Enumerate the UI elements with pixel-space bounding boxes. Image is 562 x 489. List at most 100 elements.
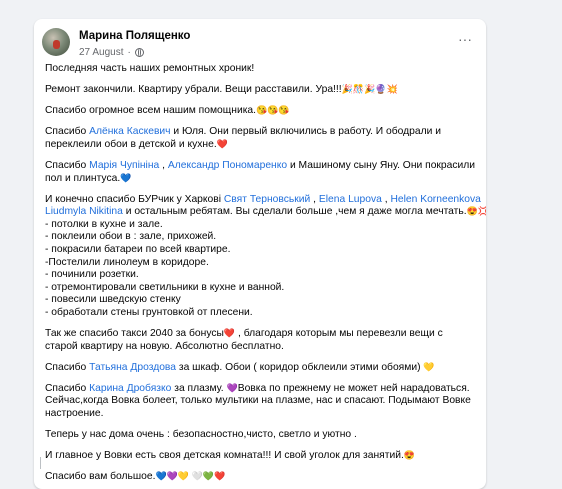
post-paragraph: Спасибо Карина Дробязко за плазму. 💜Вовк… [45, 383, 476, 421]
post-text: Последняя часть наших ремонтных хроник! Р… [45, 63, 486, 489]
post-paragraph: Теперь у нас дома очень : безопасностно,… [45, 429, 476, 442]
text-segment: старой квартиру на новую. Абсолютно бесп… [45, 340, 284, 352]
text-line: Спасибо Татьяна Дроздова за шкаф. Обои (… [45, 362, 476, 375]
text-line: Спасибо Алёнка Каскевич и Юля. Они первы… [45, 126, 476, 139]
text-line: Ремонт закончили. Квартиру убрали. Вещи … [45, 84, 476, 97]
post-paragraph: Спасибо вам большое.💙💜💛 🤍💚❤️ [45, 471, 476, 484]
emoji: 💙 [120, 172, 132, 183]
text-line: Спасибо огромное всем нашим помощника.😘😘… [45, 105, 476, 118]
emoji: 😘😘😘 [256, 105, 290, 116]
text-segment: , [159, 159, 168, 171]
text-line: Спасибо Карина Дробязко за плазму. 💜Вовк… [45, 383, 476, 396]
post-card: Марина Полященко 27 August · ··· Последн… [34, 19, 486, 489]
emoji: 🎉🎊🎉🔮💥 [341, 84, 398, 95]
text-line: - повесили шведскую стенку [45, 294, 476, 307]
text-segment: Сейчас,когда Вовка болеет, только мульти… [45, 395, 471, 407]
avatar[interactable] [42, 28, 70, 56]
post-paragraph: Спасибо Татьяна Дроздова за шкаф. Обои (… [45, 362, 476, 375]
text-line: - обработали стены грунтовкой от плесени… [45, 307, 476, 320]
text-segment: - обработали стены грунтовкой от плесени… [45, 307, 253, 318]
text-segment: -Постелили линолеум в коридоре. [45, 256, 209, 268]
text-line: - потолки в кухне и зале. [45, 219, 476, 232]
mention-link[interactable]: Татьяна Дроздова [89, 362, 176, 373]
post-paragraph: Спасибо огромное всем нашим помощника.😘😘… [45, 105, 476, 118]
text-segment: Спасибо [45, 159, 90, 171]
text-line: - починили розетки. [45, 269, 476, 282]
emoji: 💛 [423, 361, 435, 372]
text-segment: - потолки в кухне и зале. [45, 218, 163, 230]
text-line: И главное у Вовки есть своя детская комн… [45, 450, 476, 463]
text-segment: Так же спасибо такси 2040 за бонусы [45, 328, 224, 340]
text-line: -Постелили линолеум в коридоре. [45, 257, 476, 270]
text-segment: за шкаф. Обои ( коридор обклеили этими о… [176, 361, 424, 373]
emoji: ❤️ [223, 328, 236, 339]
mention-link[interactable]: Карина Дробязко [89, 383, 171, 394]
text-segment: Спасибо вам большое. [45, 471, 156, 483]
post-paragraph: Последняя часть наших ремонтных хроник! [45, 63, 476, 76]
mention-link[interactable]: Марія Чупініна [89, 160, 159, 171]
author-name[interactable]: Марина Полященко [79, 30, 190, 42]
text-line: старой квартиру на новую. Абсолютно бесп… [45, 341, 476, 354]
text-segment: Спасибо [45, 382, 90, 394]
text-segment: Спасибо [45, 361, 90, 373]
text-segment: - починили розетки. [45, 269, 139, 281]
text-segment: за плазму. [171, 382, 227, 394]
text-segment: пол и плинтуса. [45, 172, 121, 184]
text-segment: Спасибо огромное всем нашим помощника. [45, 105, 257, 117]
text-segment: настроение. [45, 408, 104, 420]
text-segment: - поклеили обои в : зале, прихожей. [45, 231, 217, 243]
post-paragraph: Ремонт закончили. Квартиру убрали. Вещи … [45, 84, 476, 97]
text-line: И конечно спасибо БУРчик у Харкові Свят … [45, 193, 481, 207]
mention-link[interactable]: Свят Терновський [224, 194, 310, 205]
text-segment: Вовка по прежнему не может ней нарадоват… [237, 382, 470, 394]
post-paragraph: И конечно спасибо БУРчик у Харкові Свят … [45, 193, 486, 320]
text-segment: , [310, 193, 319, 205]
text-segment: - отремонтировали светильники в кухне и … [45, 281, 285, 293]
text-line: Спасибо вам большое.💙💜💛 🤍💚❤️ [45, 471, 476, 484]
avatar-figure [53, 40, 60, 49]
mention-link[interactable]: Elena Lupova [319, 194, 382, 205]
post-paragraph: Так же спасибо такси 2040 за бонусы❤️ , … [45, 328, 476, 353]
more-options-button[interactable]: ··· [454, 32, 476, 48]
text-line: Так же спасибо такси 2040 за бонусы❤️ , … [45, 328, 476, 341]
text-segment: и остальным ребятам. Вы сделали больше ,… [122, 206, 467, 218]
text-line: - поклеили обои в : зале, прихожей. [45, 231, 476, 244]
mention-link[interactable]: Александр Пономаренко [168, 160, 287, 171]
text-segment: переклеили обои в детской и кухне. [45, 138, 217, 150]
text-segment: и Машиному сыну Яну. Они покрасили [287, 159, 476, 171]
text-segment: - повесили шведскую стенку [45, 294, 181, 306]
text-line: - покрасили батареи по всей квартире. [45, 244, 476, 257]
mention-link[interactable]: Liudmyla Nikitina [45, 206, 123, 217]
post-paragraph: Спасибо Марія Чупініна , Александр Поном… [45, 160, 476, 185]
post-paragraph: И главное у Вовки есть своя детская комн… [45, 450, 476, 463]
emoji: 😍 [403, 450, 416, 461]
post-meta: 27 August · [79, 47, 144, 58]
text-line: настроение. [45, 408, 476, 421]
post-header: Марина Полященко 27 August · ··· [42, 28, 478, 64]
mention-link[interactable]: Helen Korneenkova [390, 194, 480, 205]
separator-dot: · [127, 47, 131, 58]
emoji: 💜 [226, 382, 238, 393]
text-segment: Ремонт закончили. Квартиру убрали. Вещи … [45, 84, 342, 96]
emoji: 💙💜💛 🤍💚❤️ [155, 471, 226, 482]
text-segment: Последняя часть наших ремонтных хроник! [45, 63, 255, 74]
text-segment: Спасибо [45, 126, 90, 138]
post-paragraph: Спасибо Алёнка Каскевич и Юля. Они первы… [45, 126, 476, 151]
text-line: Теперь у нас дома очень : безопасностно,… [45, 429, 476, 442]
emoji: 😍💢 [466, 206, 486, 217]
globe-icon[interactable] [134, 48, 144, 57]
text-line: Сейчас,когда Вовка болеет, только мульти… [45, 395, 476, 408]
text-line: Спасибо Марія Чупініна , Александр Поном… [45, 160, 476, 173]
text-segment: Теперь у нас дома очень : безопасностно,… [45, 429, 357, 441]
text-line: переклеили обои в детской и кухне.❤️ [45, 139, 476, 152]
text-line: пол и плинтуса.💙 [45, 173, 476, 186]
text-segment: , благодаря которым мы перевезли вещи с [235, 328, 443, 340]
text-segment: И главное у Вовки есть своя детская комн… [45, 450, 404, 462]
text-segment: - покрасили батареи по всей квартире. [45, 244, 231, 256]
text-line: Последняя часть наших ремонтных хроник! [45, 63, 476, 76]
text-line: Liudmyla Nikitina и остальным ребятам. В… [45, 206, 486, 219]
text-segment: И конечно спасибо БУРчик у Харкові [45, 193, 224, 205]
mention-link[interactable]: Алёнка Каскевич [89, 126, 170, 137]
text-line: - отремонтировали светильники в кухне и … [45, 282, 476, 295]
post-date[interactable]: 27 August [79, 47, 123, 58]
